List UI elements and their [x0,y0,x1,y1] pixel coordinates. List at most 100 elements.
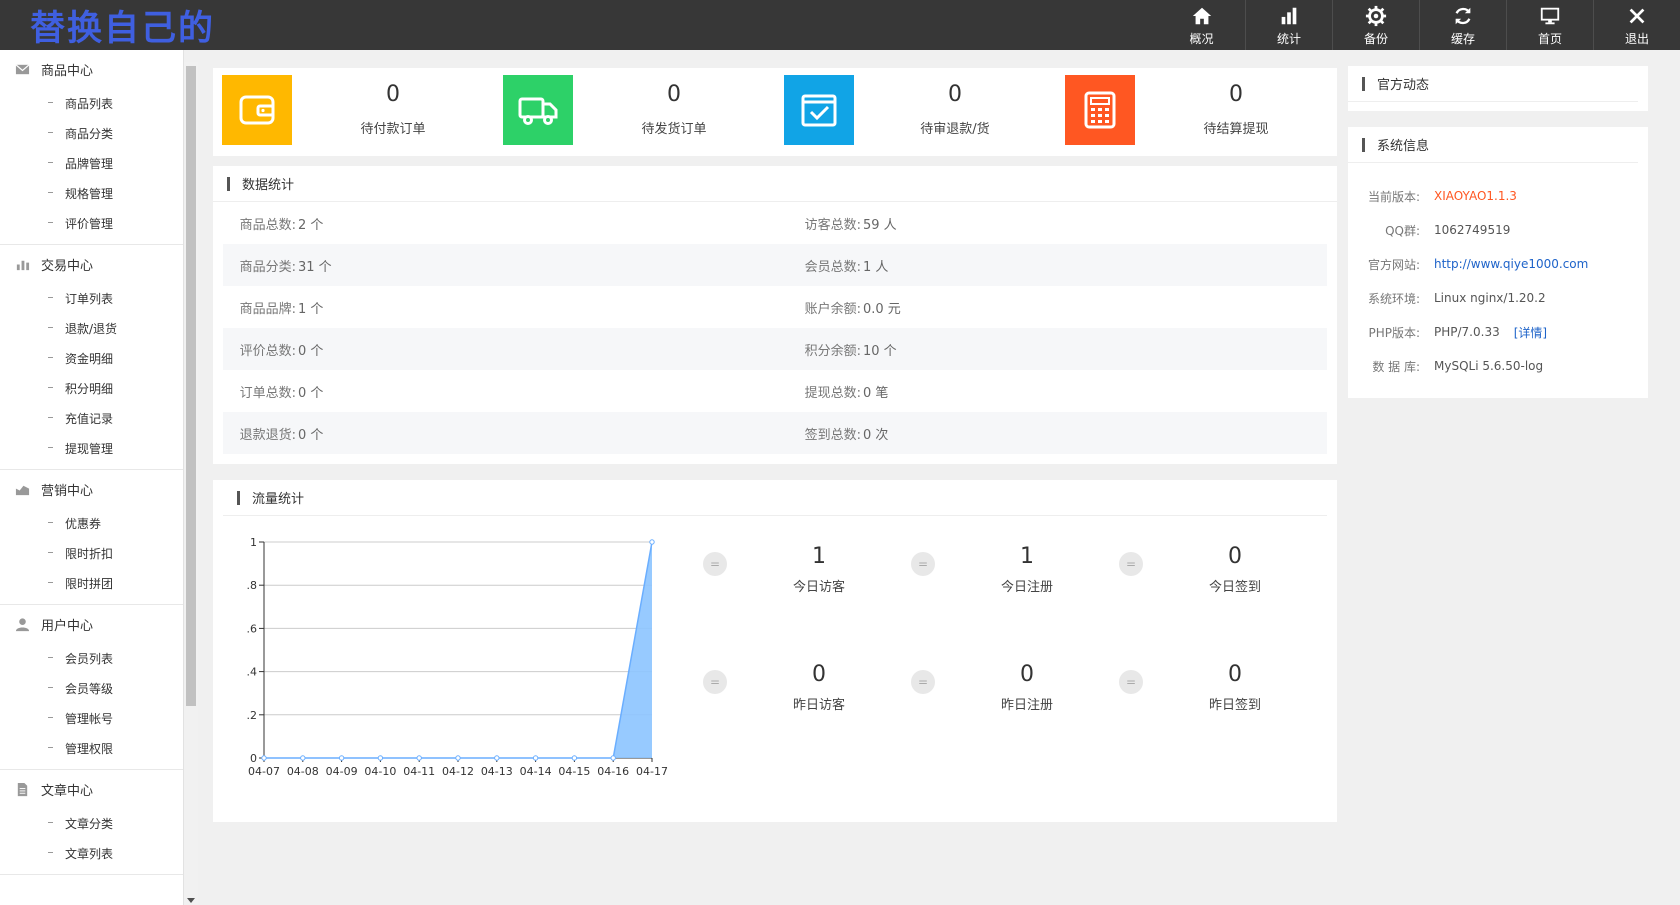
equals-icon: = [703,552,727,576]
stat-value: 0 [667,82,681,107]
data-stats-row: 商品分类: 31 个会员总数: 1 人 [223,244,1327,286]
system-info-label: QQ群: [1385,223,1420,238]
traffic-kpi: = 1 今日注册 [911,540,1119,600]
sidebar-item[interactable]: 限时折扣 [0,538,183,568]
wallet-icon [239,95,275,125]
section-title: 数据统计 [213,166,1337,202]
nav-home[interactable]: 首页 [1506,0,1593,50]
area-chart-icon [15,485,30,495]
nav-cache[interactable]: 缓存 [1419,0,1506,50]
news-title[interactable]: 官方动态 [1348,66,1638,102]
sidebar-item[interactable]: 商品列表 [0,88,183,118]
sidebar-item[interactable]: 订单列表 [0,283,183,313]
scroll-down-icon[interactable] [187,898,195,903]
sidebar-item[interactable]: 提现管理 [0,433,183,463]
sidebar-item[interactable]: 资金明细 [0,343,183,373]
stat-pending-shipment[interactable]: 0 待发货订单 [494,68,775,156]
stat-pending-withdrawal[interactable]: 0 待结算提现 [1056,68,1337,156]
data-stats-cell: 退款退货: 0 个 [223,424,775,443]
data-stats-cell: 会员总数: 1 人 [775,256,1327,275]
y-tick-label: 0.6 [247,622,257,635]
data-point [532,755,539,761]
sidebar-item[interactable]: 会员列表 [0,643,183,673]
sidebar-item[interactable]: 限时拼团 [0,568,183,598]
x-tick-label: 04-13 [481,765,513,778]
data-stats-value: 1 个 [298,301,324,317]
traffic-kpis: = 1 今日访客 = 1 今日注册 = 0 今日签到 = 0 昨日访客 = 0 昨日注册 = 0 昨日签到 [703,540,1333,780]
x-tick-label: 04-15 [558,765,590,778]
data-stats-cell: 商品品牌: 1 个 [223,298,775,317]
data-stats-row: 订单总数: 0 个提现总数: 0 笔 [223,370,1327,412]
sidebar-scrollbar[interactable] [184,62,198,905]
sidebar-group-title[interactable]: 用户中心 [0,605,183,643]
system-info-label: PHP版本: [1368,325,1420,340]
nav-label: 统计 [1276,32,1301,46]
sidebar-group-title[interactable]: 文章中心 [0,770,183,808]
nav-label: 备份 [1363,32,1388,46]
logo[interactable]: 替换自己的 [30,9,215,49]
sidebar-group-title[interactable]: 交易中心 [0,245,183,283]
kpi-label: 昨日访客 [792,698,845,713]
equals-icon: = [911,552,935,576]
details-link[interactable]: [详情] [1514,324,1547,341]
system-info-row: 官方网站: http://www.qiye1000.com [1348,247,1648,281]
data-stats-value: 0.0 元 [863,301,901,317]
kpi-value: 1 [1020,544,1034,569]
sidebar-group-title[interactable]: 营销中心 [0,470,183,508]
data-point [494,755,500,761]
data-stats-label: 评价总数: [239,343,296,359]
sidebar-item[interactable]: 会员等级 [0,673,183,703]
x-tick-label: 04-16 [597,765,629,778]
sidebar-item[interactable]: 退款/退货 [0,313,183,343]
nav-statistics[interactable]: 统计 [1245,0,1332,50]
calculator-icon [1084,91,1116,129]
traffic-chart-svg: 0 0.2 0.4 0.6 0.8 1 04-07 04-08 04-09 04-10 04-11 0… [240,536,668,778]
kpi-value: 1 [812,544,826,569]
sidebar-item[interactable]: 规格管理 [0,178,183,208]
stat-label: 待结算提现 [1203,122,1269,137]
nav-logout[interactable]: 退出 [1593,0,1680,50]
data-stats-label: 会员总数: [804,259,861,275]
sidebar-item[interactable]: 优惠券 [0,508,183,538]
kpi-value: 0 [812,662,826,687]
bar-chart-icon [16,260,30,270]
bar-chart-icon [1281,7,1297,25]
y-tick-label: 1 [250,536,257,549]
sidebar-item[interactable]: 积分明细 [0,373,183,403]
stat-pending-refund[interactable]: 0 待审退款/货 [775,68,1056,156]
data-point [416,755,422,761]
nav-overview[interactable]: 概况 [1158,0,1245,50]
nav-label: 首页 [1537,32,1562,46]
system-info-card: 系统信息 当前版本: XIAOYAO1.1.3 QQ群: 1062749519 官方网站… [1348,127,1648,398]
data-stats-value: 0 个 [298,343,324,359]
sidebar-group-title[interactable]: 商品中心 [0,50,183,88]
data-stats-cell: 商品分类: 31 个 [223,256,775,275]
sidebar-group-articles: 文章中心 文章分类 文章列表 [0,770,183,875]
system-info-label: 数 据 库: [1372,359,1420,374]
system-info-row: 系统环境: Linux nginx/1.20.2 [1348,281,1648,315]
sidebar-item[interactable]: 充值记录 [0,403,183,433]
order-stats-card: 0 待付款订单 0 待发货订单 0 待审退款/货 0 待结算提现 [213,68,1337,156]
y-tick-label: 0.4 [247,666,257,679]
data-stats-value: 0 次 [863,427,889,443]
system-info-value: MySQLi 5.6.50-log [1434,359,1544,373]
data-stats-label: 积分余额: [804,343,861,359]
sidebar-item[interactable]: 管理权限 [0,733,183,763]
sidebar-item[interactable]: 文章列表 [0,838,183,868]
refresh-icon [1455,7,1471,25]
sidebar-item[interactable]: 商品分类 [0,118,183,148]
sidebar-item[interactable]: 管理帐号 [0,703,183,733]
y-tick-label: 0.2 [247,709,257,722]
sidebar-item[interactable]: 品牌管理 [0,148,183,178]
scroll-thumb[interactable] [186,66,196,706]
sidebar-item[interactable]: 文章分类 [0,808,183,838]
sidebar-item[interactable]: 评价管理 [0,208,183,238]
nav-backup[interactable]: 备份 [1332,0,1419,50]
stat-pending-payment[interactable]: 0 待付款订单 [213,68,494,156]
stat-icon-box [222,75,292,145]
data-stats-label: 提现总数: [804,385,861,401]
x-tick-label: 04-10 [364,765,396,778]
data-stats-value: 59 人 [863,217,897,233]
system-info-value[interactable]: http://www.qiye1000.com [1434,257,1588,271]
kpi-label: 今日注册 [1000,580,1053,595]
